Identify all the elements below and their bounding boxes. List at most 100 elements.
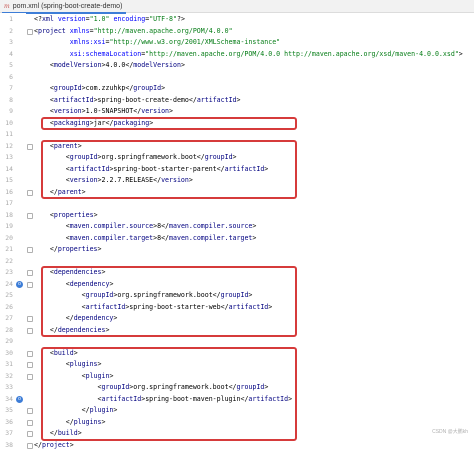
build-highlight <box>41 347 297 441</box>
code-token: version <box>54 107 82 115</box>
line-number: 26 <box>0 302 13 314</box>
code-token: </ <box>161 234 169 242</box>
code-line[interactable]: 9 <version>1.0-SNAPSHOT</version> <box>0 106 474 118</box>
code-token: modelVersion <box>54 61 102 69</box>
code-token: </ <box>34 441 42 449</box>
code-token: > <box>181 61 185 69</box>
code-line[interactable]: 21 </properties> <box>0 244 474 256</box>
code-editor[interactable]: 1<?xml version="1.0" encoding="UTF-8"?>2… <box>0 13 474 437</box>
line-number: 38 <box>0 440 13 451</box>
code-token: > <box>169 107 173 115</box>
line-number: 4 <box>0 49 13 61</box>
code-token: < <box>34 211 54 219</box>
line-number: 33 <box>0 382 13 394</box>
code-line[interactable]: 1 <?xml version="1.0" encoding="UTF-8"?> <box>0 14 474 26</box>
code-line[interactable]: 18 <properties> <box>0 210 474 222</box>
code-token: maven.compiler.target <box>70 234 153 242</box>
fold-toggle-icon[interactable] <box>27 328 33 334</box>
fold-toggle-icon[interactable] <box>27 270 33 276</box>
code-token: artifactId <box>54 96 94 104</box>
line-number: 3 <box>0 37 13 49</box>
code-line[interactable]: 4 xsi:schemaLocation="http://maven.apach… <box>0 49 474 61</box>
fold-toggle-icon[interactable] <box>27 213 33 219</box>
code-line[interactable]: 5 <modelVersion>4.0.0</modelVersion> <box>0 60 474 72</box>
code-token: maven.compiler.source <box>70 222 153 230</box>
line-number: 14 <box>0 164 13 176</box>
code-token: > <box>161 84 165 92</box>
code-text: xmlns:xsi="http://www.w3.org/2001/XMLSch… <box>34 37 280 49</box>
code-token: > <box>252 222 256 230</box>
code-text: </project> <box>34 440 74 451</box>
code-line[interactable]: 3 xmlns:xsi="http://www.w3.org/2001/XMLS… <box>0 37 474 49</box>
code-text: <maven.compiler.target>8</maven.compiler… <box>34 233 256 245</box>
code-line[interactable]: 2<project xmlns="http://maven.apache.org… <box>0 26 474 38</box>
line-number: 6 <box>0 72 13 84</box>
code-text: <groupId>com.zzuhkp</groupId> <box>34 83 165 95</box>
code-line[interactable]: 29 <box>0 336 474 348</box>
code-token: xmlns <box>66 27 90 35</box>
code-token: 1.0-SNAPSHOT <box>86 107 134 115</box>
dependency-run-icon[interactable]: o <box>16 396 23 403</box>
code-line[interactable]: 38 </project> <box>0 440 474 451</box>
code-text: <maven.compiler.source>8</maven.compiler… <box>34 221 256 233</box>
code-line[interactable]: 8 <artifactId>spring-boot-create-demo</a… <box>0 95 474 107</box>
code-token: > <box>252 234 256 242</box>
tab-pom-xml[interactable]: m pom.xml (spring-boot-create-demo) <box>2 0 126 14</box>
code-text: <modelVersion>4.0.0</modelVersion> <box>34 60 185 72</box>
code-token: </ <box>189 96 197 104</box>
code-token: version <box>54 15 86 23</box>
line-number: 37 <box>0 428 13 440</box>
line-number: 7 <box>0 83 13 95</box>
line-number: 23 <box>0 267 13 279</box>
maven-icon: m <box>4 3 10 10</box>
code-token: > <box>94 211 98 219</box>
fold-toggle-icon[interactable] <box>27 247 33 253</box>
line-number: 29 <box>0 336 13 348</box>
code-token: </ <box>34 245 58 253</box>
code-line[interactable]: 17 <box>0 198 474 210</box>
code-token: "1.0" <box>90 15 110 23</box>
fold-toggle-icon[interactable] <box>27 316 33 322</box>
code-token: "http://maven.apache.org/POM/4.0.0" <box>94 27 233 35</box>
fold-toggle-icon[interactable] <box>27 420 33 426</box>
fold-toggle-icon[interactable] <box>27 144 33 150</box>
code-token: > <box>70 441 74 449</box>
packaging-highlight <box>41 117 297 131</box>
fold-toggle-icon[interactable] <box>27 282 33 288</box>
code-line[interactable]: 20 <maven.compiler.target>8</maven.compi… <box>0 233 474 245</box>
dependency-run-icon[interactable]: o <box>16 281 23 288</box>
fold-toggle-icon[interactable] <box>27 431 33 437</box>
fold-toggle-icon[interactable] <box>27 190 33 196</box>
code-token: encoding <box>109 15 145 23</box>
line-number: 15 <box>0 175 13 187</box>
code-token: project <box>42 441 70 449</box>
line-number: 18 <box>0 210 13 222</box>
line-number: 22 <box>0 256 13 268</box>
line-number: 13 <box>0 152 13 164</box>
fold-toggle-icon[interactable] <box>27 408 33 414</box>
fold-toggle-icon[interactable] <box>27 29 33 35</box>
code-line[interactable]: 6 <box>0 72 474 84</box>
fold-toggle-icon[interactable] <box>27 374 33 380</box>
code-token: maven.compiler.target <box>169 234 252 242</box>
code-text: <artifactId>spring-boot-create-demo</art… <box>34 95 241 107</box>
code-token: properties <box>58 245 98 253</box>
fold-toggle-icon[interactable] <box>27 443 33 449</box>
code-token: modelVersion <box>133 61 181 69</box>
code-token: com.zzuhkp <box>86 84 126 92</box>
fold-toggle-icon[interactable] <box>27 362 33 368</box>
code-token: < <box>34 222 70 230</box>
fold-toggle-icon[interactable] <box>27 351 33 357</box>
code-line[interactable]: 19 <maven.compiler.source>8</maven.compi… <box>0 221 474 233</box>
line-number: 30 <box>0 348 13 360</box>
code-token: < <box>34 84 54 92</box>
line-number: 2 <box>0 26 13 38</box>
code-line[interactable]: 7 <groupId>com.zzuhkp</groupId> <box>0 83 474 95</box>
code-token: groupId <box>133 84 161 92</box>
line-number: 16 <box>0 187 13 199</box>
code-line[interactable]: 11 <box>0 129 474 141</box>
line-number: 31 <box>0 359 13 371</box>
code-token: properties <box>54 211 94 219</box>
line-number: 1 <box>0 14 13 26</box>
code-text: <?xml version="1.0" encoding="UTF-8"?> <box>34 14 185 26</box>
